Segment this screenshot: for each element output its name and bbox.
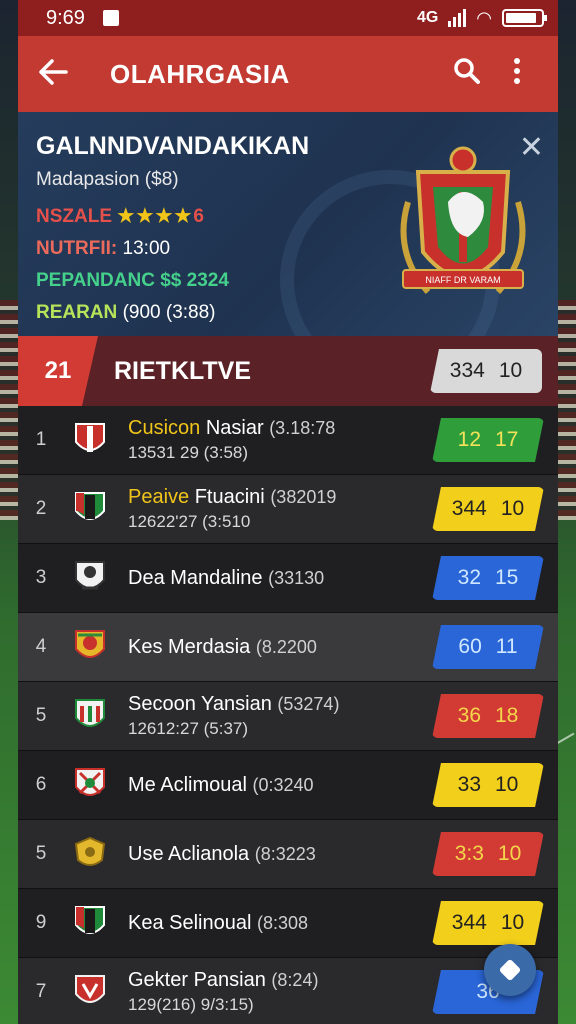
team-badge-icon xyxy=(64,420,116,460)
search-icon[interactable] xyxy=(442,57,492,92)
team-name: Kea Selinoual (8:308 xyxy=(128,911,309,934)
team-badge-icon xyxy=(64,627,116,667)
featured-card[interactable]: GALNNDVANDAKIKAN Madapasion ($8) NSZALE … xyxy=(18,112,558,336)
table-row[interactable]: 5 Use Aclianola (8:3223 3:3 10 xyxy=(18,820,558,889)
team-badge-icon xyxy=(64,972,116,1012)
floating-action-button[interactable] xyxy=(484,944,536,996)
team-name: Dea Mandaline (33130 xyxy=(128,566,325,589)
row-position: 2 xyxy=(35,498,47,519)
section-score[interactable]: 334 10 xyxy=(430,349,542,393)
team-name: Kes Merdasia (8.2200 xyxy=(128,635,317,658)
score-pill[interactable]: 3:3 10 xyxy=(432,832,544,876)
diamond-icon xyxy=(498,958,522,982)
table-row[interactable]: 7 Gekter Pansian (8:24) 129(216) 9/3:15) 36 xyxy=(18,958,558,1024)
wifi-icon: ◠ xyxy=(476,7,492,28)
team-crest-icon: NIAFF DR VARAM xyxy=(400,146,526,294)
section-title: RIETKLTVE xyxy=(114,356,252,385)
row-position: 3 xyxy=(35,567,47,588)
table-row[interactable]: 1 Cusicon Nasiar (3.18:78 13531 29 (3:58) 1… xyxy=(18,406,558,475)
score-pill[interactable]: 36 18 xyxy=(432,694,544,738)
team-name: Gekter Pansian (8:24) xyxy=(128,969,319,991)
score-pill[interactable]: 32 15 xyxy=(432,556,544,600)
row-position: 1 xyxy=(35,429,47,450)
arrow-left-icon[interactable] xyxy=(38,55,98,94)
team-badge-icon xyxy=(64,489,116,529)
team-badge-icon xyxy=(64,558,116,598)
table-row[interactable]: 3 Dea Mandaline (33130 32 15 xyxy=(18,544,558,613)
table-row[interactable]: 4 Kes Merdasia (8.2200 60 11 xyxy=(18,613,558,682)
signal-icon xyxy=(448,9,467,27)
app-title: OLAHRGASIA xyxy=(110,58,290,89)
score-pill[interactable]: 60 11 xyxy=(432,625,544,669)
app-bar: OLAHRGASIA xyxy=(18,36,558,112)
row-position: 4 xyxy=(35,636,47,657)
more-vertical-icon[interactable] xyxy=(492,57,542,92)
table-row[interactable]: 5 Secoon Yansian (53274) 12612:27 (5:37) 36… xyxy=(18,682,558,751)
table-row[interactable]: 6 Me Aclimoual (0:3240 33 10 xyxy=(18,751,558,820)
score-pill[interactable]: 33 10 xyxy=(432,763,544,807)
team-detail: 12622'27 (3:510 xyxy=(128,512,251,531)
score-pill[interactable]: 344 10 xyxy=(432,487,544,531)
standings-list: 1 Cusicon Nasiar (3.18:78 13531 29 (3:58) 1… xyxy=(18,406,558,1024)
team-name: Secoon Yansian (53274) xyxy=(128,693,340,715)
table-row[interactable]: 2 Peaive Ftuacini (382019 12622'27 (3:510 3… xyxy=(18,475,558,544)
row-position: 7 xyxy=(35,981,47,1002)
team-detail: 12612:27 (5:37) xyxy=(128,719,249,738)
table-row[interactable]: 9 Kea Selinoual (8:308 344 10 xyxy=(18,889,558,958)
status-bar: 9:69 4G ◠ xyxy=(18,0,558,36)
team-detail: 129(216) 9/3:15) xyxy=(128,995,254,1014)
team-detail: 13531 29 (3:58) xyxy=(128,443,249,462)
row-position: 5 xyxy=(35,843,47,864)
section-header: 21 RIETKLTVE 334 10 xyxy=(18,336,558,406)
team-badge-icon xyxy=(64,696,116,736)
team-name: Peaive Ftuacini (382019 xyxy=(128,486,337,508)
score-pill[interactable]: 12 17 xyxy=(432,418,544,462)
section-rank: 21 xyxy=(18,336,98,406)
battery-icon xyxy=(502,9,547,27)
row-position: 9 xyxy=(35,912,47,933)
team-name: Me Aclimoual (0:3240 xyxy=(128,773,314,796)
row-position: 6 xyxy=(35,774,47,795)
row-position: 5 xyxy=(35,705,47,726)
team-badge-icon xyxy=(64,765,116,805)
status-time: 9:69 xyxy=(46,6,85,29)
team-badge-icon xyxy=(64,903,116,943)
notification-icon xyxy=(102,10,119,26)
star-rating-icon: ★★★★ xyxy=(117,206,194,227)
team-name: Cusicon Nasiar (3.18:78 xyxy=(128,417,336,439)
network-icon: 4G xyxy=(416,9,439,26)
team-badge-icon xyxy=(64,834,116,874)
score-pill[interactable]: 344 10 xyxy=(432,901,544,945)
svg-text:NIAFF DR VARAM: NIAFF DR VARAM xyxy=(425,275,500,285)
team-name: Use Aclianola (8:3223 xyxy=(128,842,316,865)
